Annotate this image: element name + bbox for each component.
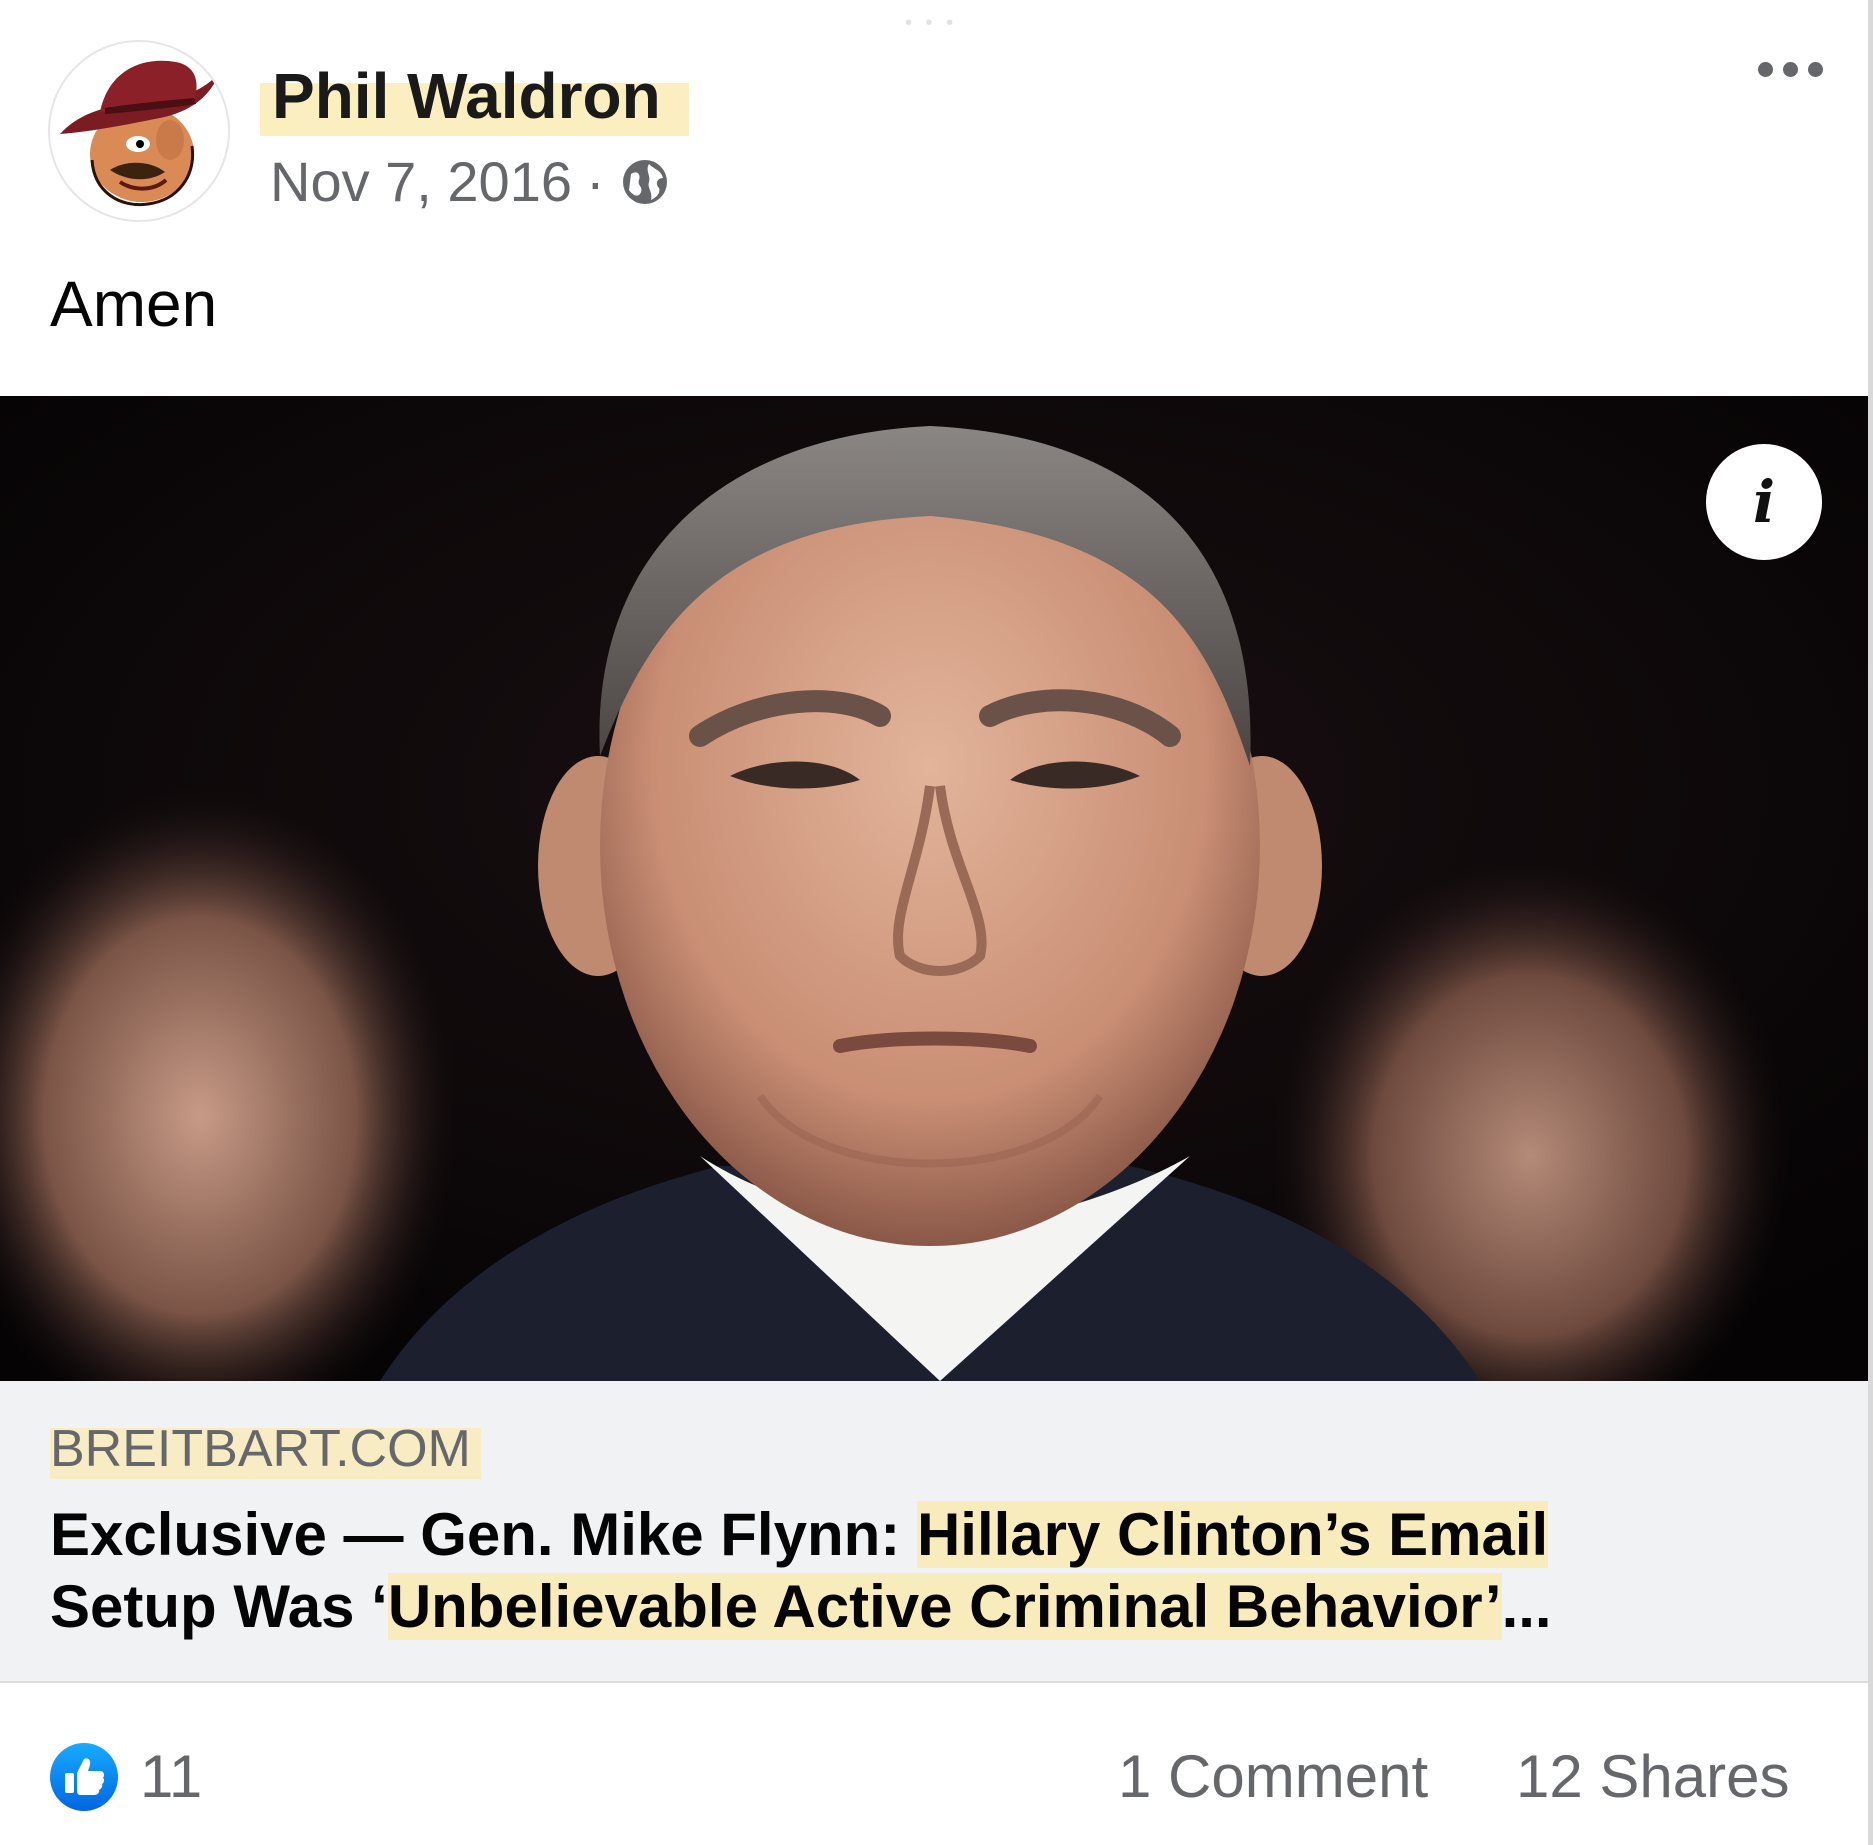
headline-highlight: Unbelievable Active Criminal Behavior’ [387, 1573, 1502, 1640]
reaction-count[interactable]: 11 [140, 1741, 202, 1813]
avatar[interactable] [48, 40, 230, 222]
link-preview-image[interactable] [0, 396, 1868, 1381]
globe-icon [622, 160, 667, 204]
facebook-post: • • • Phil Waldron Nov 7, 2016 · Amen i … [0, 0, 1873, 1845]
headline-highlight: Hillary Clinton’s Email [916, 1501, 1549, 1568]
headline-part: Setup Was ‘ [50, 1573, 388, 1640]
avatar-cartoon-image [60, 60, 220, 207]
share-count[interactable]: 12 Shares [1516, 1741, 1790, 1813]
link-headline[interactable]: Exclusive — Gen. Mike Flynn: Hillary Cli… [50, 1499, 1810, 1643]
more-options-icon [1758, 62, 1773, 77]
more-options-icon [1808, 62, 1823, 77]
headline-ellipsis: ... [1501, 1573, 1552, 1640]
drag-handle: • • • [905, 12, 958, 34]
more-options-button[interactable] [1758, 62, 1823, 77]
comment-count[interactable]: 1 Comment [1118, 1741, 1428, 1813]
author-name[interactable]: Phil Waldron [260, 60, 689, 136]
more-options-icon [1783, 62, 1798, 77]
article-photo [0, 396, 1868, 1381]
like-icon[interactable] [48, 1741, 120, 1813]
info-button[interactable]: i [1706, 444, 1822, 560]
post-text: Amen [50, 268, 218, 340]
link-caption[interactable]: BREITBART.COM Exclusive — Gen. Mike Flyn… [0, 1381, 1868, 1683]
post-footer: 11 1 Comment 12 Shares [0, 1683, 1868, 1845]
meta-separator: · [585, 150, 605, 213]
headline-part: Exclusive — Gen. Mike Flynn: [50, 1501, 917, 1568]
info-icon: i [1752, 468, 1776, 536]
post-meta: Nov 7, 2016 · [270, 150, 671, 214]
link-domain: BREITBART.COM [50, 1419, 481, 1479]
post-date[interactable]: Nov 7, 2016 [270, 150, 572, 214]
